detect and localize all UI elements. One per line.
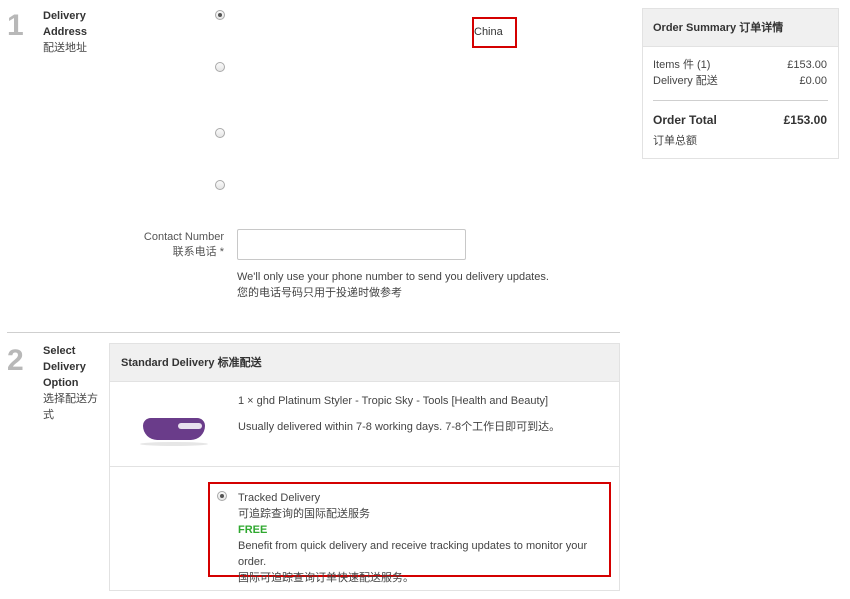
step-1-number: 1 <box>7 9 24 42</box>
delivery-panel: Standard Delivery 标准配送 1 × ghd Platinum … <box>109 343 620 591</box>
country-text: China <box>474 26 503 38</box>
item-line: 1 × ghd Platinum Styler - Tropic Sky - T… <box>238 395 549 407</box>
step-2-title-cn-line2: 式 <box>43 409 54 421</box>
delivery-panel-header: Standard Delivery 标准配送 <box>110 344 619 382</box>
tracked-delivery-name: Tracked Delivery <box>238 492 321 504</box>
product-pouch-shape <box>143 418 205 440</box>
contact-help-cn: 您的电话号码只用于投递时做参考 <box>237 287 402 299</box>
contact-help-en: We'll only use your phone number to send… <box>237 271 549 283</box>
order-summary-panel: Order Summary 订单详情 Items 件 (1) £153.00 D… <box>642 8 839 159</box>
tracked-delivery-price: FREE <box>238 524 268 536</box>
step-1-title-line2: Address <box>43 26 88 38</box>
address-radio-1[interactable] <box>215 10 225 20</box>
delivery-note: Usually delivered within 7-8 working day… <box>238 421 561 433</box>
step-2-heading: Select Delivery Option 选择配送方 式 <box>43 343 105 423</box>
contact-help: We'll only use your phone number to send… <box>237 269 617 301</box>
country-highlight: China <box>472 17 517 48</box>
summary-total-label: Order Total <box>653 113 717 127</box>
step-2-title-line2: Delivery <box>43 361 86 373</box>
summary-delivery-label: Delivery 配送 <box>653 75 718 87</box>
tracked-delivery-desc-en: Benefit from quick delivery and receive … <box>238 540 588 568</box>
tracked-delivery-option[interactable]: Tracked Delivery 可追踪查询的国际配送服务 FREE Benef… <box>208 482 611 584</box>
section-divider <box>7 332 620 333</box>
contact-label-cn: 联系电话 * <box>172 246 224 258</box>
summary-divider <box>653 100 828 101</box>
address-radio-2[interactable] <box>215 62 225 72</box>
summary-items-label: Items 件 (1) <box>653 59 711 71</box>
step-2-title-cn-line1: 选择配送方 <box>43 393 98 405</box>
address-radio-3[interactable] <box>215 128 225 138</box>
step-1-title-cn: 配送地址 <box>43 42 87 54</box>
contact-label-group: Contact Number 联系电话 * <box>120 230 224 260</box>
step-1-heading: Delivery Address 配送地址 <box>43 8 113 56</box>
contact-label: Contact Number <box>143 231 224 243</box>
contact-number-input[interactable] <box>237 229 466 260</box>
tracked-delivery-text: Tracked Delivery 可追踪查询的国际配送服务 FREE Benef… <box>238 490 610 586</box>
summary-total-label-cn: 订单总额 <box>653 135 697 147</box>
panel-inner-divider <box>110 466 619 467</box>
product-image <box>140 406 208 448</box>
product-shadow <box>140 442 208 446</box>
tracked-delivery-name-cn: 可追踪查询的国际配送服务 <box>238 508 370 520</box>
tracked-delivery-radio[interactable] <box>217 491 227 501</box>
step-1-title-line1: Delivery <box>43 10 86 22</box>
summary-items-value: £153.00 <box>787 59 827 71</box>
step-2-number: 2 <box>7 344 24 377</box>
address-radio-4[interactable] <box>215 180 225 190</box>
step-2-title-line3: Option <box>43 377 79 389</box>
step-2-title-line1: Select <box>43 345 76 357</box>
product-styler-shape <box>178 423 202 429</box>
tracked-delivery-desc-cn: 国际可追踪查询订单快速配送服务。 <box>238 572 414 584</box>
order-summary-title: Order Summary 订单详情 <box>643 9 838 47</box>
summary-delivery-value: £0.00 <box>799 75 827 87</box>
summary-total-value: £153.00 <box>783 113 827 127</box>
